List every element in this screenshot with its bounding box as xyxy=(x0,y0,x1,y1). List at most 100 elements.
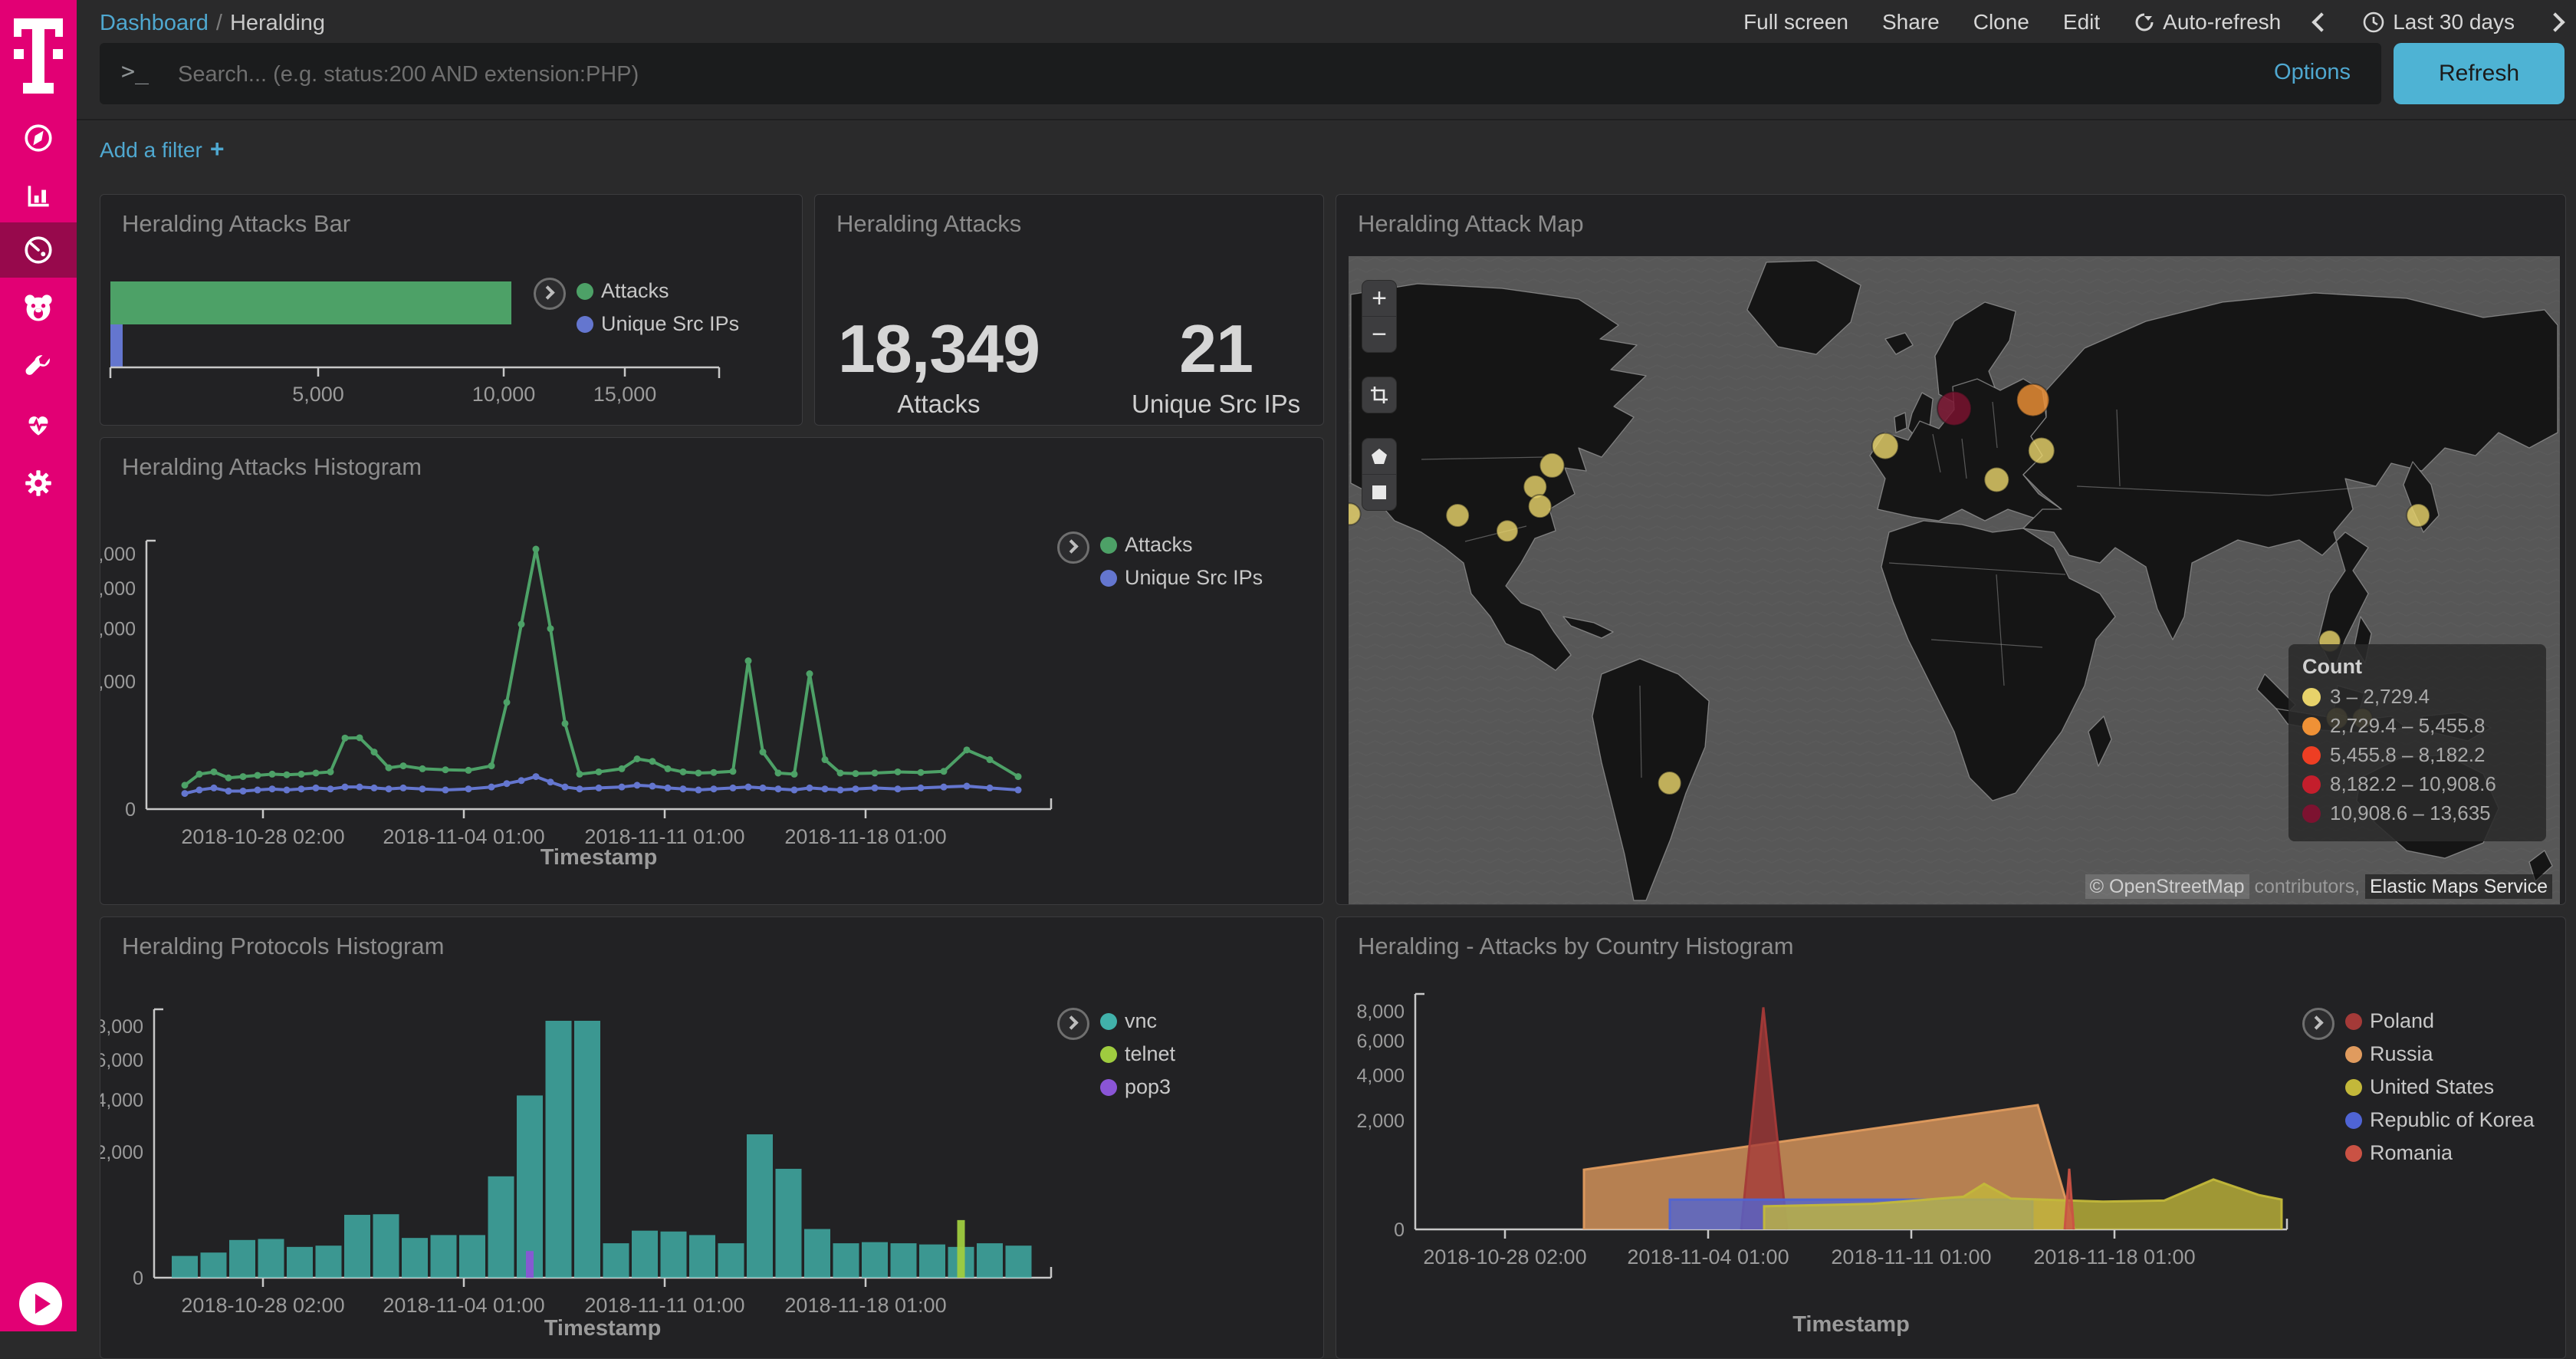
bar-vnc[interactable] xyxy=(517,1095,543,1278)
legend-toggle-icon[interactable] xyxy=(1057,531,1089,564)
data-point[interactable] xyxy=(964,746,971,753)
map-zoom-out-button[interactable]: − xyxy=(1362,317,1396,352)
attack-location-dot[interactable] xyxy=(1446,504,1469,527)
data-point[interactable] xyxy=(775,785,782,792)
legend-item[interactable]: Unique Src IPs xyxy=(1100,566,1263,590)
data-point[interactable] xyxy=(225,788,232,795)
ems-attribution[interactable]: Elastic Maps Service xyxy=(2365,874,2552,899)
data-point[interactable] xyxy=(182,790,189,797)
map-zoom-in-button[interactable]: + xyxy=(1362,281,1396,317)
data-point[interactable] xyxy=(400,762,407,769)
draw-polygon-button[interactable] xyxy=(1362,439,1396,475)
attack-map-canvas[interactable]: + − Count 3 – 2,729.42, xyxy=(1349,256,2560,904)
sidebar-item-visualize[interactable] xyxy=(0,169,77,224)
data-point[interactable] xyxy=(711,769,718,776)
data-point[interactable] xyxy=(895,768,902,775)
bar-pop3[interactable] xyxy=(526,1251,534,1278)
bar-vnc[interactable] xyxy=(488,1176,514,1278)
data-point[interactable] xyxy=(760,785,767,791)
bar-vnc[interactable] xyxy=(1006,1245,1032,1278)
bar-vnc[interactable] xyxy=(977,1243,1003,1278)
data-point[interactable] xyxy=(577,785,583,792)
time-range-picker[interactable]: Last 30 days xyxy=(2362,10,2515,35)
data-point[interactable] xyxy=(313,769,320,776)
attack-location-dot[interactable] xyxy=(1937,392,1971,426)
options-link[interactable]: Options xyxy=(2274,60,2351,85)
data-point[interactable] xyxy=(488,762,495,769)
legend-item[interactable]: Unique Src IPs xyxy=(577,312,739,336)
data-point[interactable] xyxy=(284,787,291,794)
data-point[interactable] xyxy=(182,782,189,788)
attack-location-dot[interactable] xyxy=(1539,453,1564,478)
bar-vnc[interactable] xyxy=(258,1239,284,1278)
data-point[interactable] xyxy=(1015,787,1022,794)
data-point[interactable] xyxy=(342,784,349,791)
bar-vnc[interactable] xyxy=(891,1243,917,1278)
data-point[interactable] xyxy=(196,771,203,778)
panel-title[interactable]: Heralding Attacks Bar xyxy=(122,210,350,238)
data-point[interactable] xyxy=(386,765,393,772)
data-point[interactable] xyxy=(596,768,603,775)
bar-vnc[interactable] xyxy=(287,1247,313,1278)
data-point[interactable] xyxy=(745,657,752,664)
data-point[interactable] xyxy=(504,780,511,787)
data-point[interactable] xyxy=(964,783,971,790)
data-point[interactable] xyxy=(240,788,247,795)
data-point[interactable] xyxy=(269,785,276,792)
data-point[interactable] xyxy=(619,784,626,791)
legend-toggle-icon[interactable] xyxy=(1057,1008,1089,1040)
data-point[interactable] xyxy=(837,787,844,794)
data-point[interactable] xyxy=(745,784,752,791)
data-point[interactable] xyxy=(504,699,511,706)
legend-item[interactable]: Poland xyxy=(2345,1009,2535,1033)
attack-location-dot[interactable] xyxy=(1984,468,2009,492)
data-point[interactable] xyxy=(1015,773,1022,780)
attacks-histogram-chart[interactable]: 02,0004,0006,0008,0002018-10-28 02:00201… xyxy=(100,438,1323,904)
bar-vnc[interactable] xyxy=(661,1232,687,1278)
bar-vnc[interactable] xyxy=(747,1134,773,1278)
bar-vnc[interactable] xyxy=(316,1245,342,1278)
data-point[interactable] xyxy=(822,785,829,792)
data-point[interactable] xyxy=(987,756,994,763)
data-point[interactable] xyxy=(518,620,525,627)
legend-toggle-icon[interactable] xyxy=(534,278,566,310)
panel-title[interactable]: Heralding Attacks Histogram xyxy=(122,453,422,481)
telekom-logo[interactable] xyxy=(14,18,63,94)
bar-vnc[interactable] xyxy=(459,1235,485,1278)
bar-vnc[interactable] xyxy=(431,1235,457,1278)
data-point[interactable] xyxy=(442,766,449,773)
attack-location-dot[interactable] xyxy=(1658,772,1681,795)
data-point[interactable] xyxy=(400,785,407,791)
data-point[interactable] xyxy=(941,768,948,775)
legend-item[interactable]: pop3 xyxy=(1100,1075,1175,1099)
data-point[interactable] xyxy=(760,749,767,755)
data-point[interactable] xyxy=(987,785,994,791)
data-point[interactable] xyxy=(255,787,261,794)
bar-vnc[interactable] xyxy=(804,1229,830,1278)
data-point[interactable] xyxy=(853,785,859,792)
breadcrumb-dashboard[interactable]: Dashboard xyxy=(100,11,209,35)
data-point[interactable] xyxy=(634,782,641,788)
data-point[interactable] xyxy=(695,769,702,776)
data-point[interactable] xyxy=(680,768,687,775)
attack-location-dot[interactable] xyxy=(2407,504,2430,527)
legend-item[interactable]: Romania xyxy=(2345,1141,2535,1165)
data-point[interactable] xyxy=(255,772,261,778)
data-point[interactable] xyxy=(837,769,844,776)
sidebar-item-discover[interactable] xyxy=(0,110,77,166)
osm-attribution[interactable]: © OpenStreetMap xyxy=(2085,874,2249,899)
data-point[interactable] xyxy=(853,770,859,777)
data-point[interactable] xyxy=(918,785,925,791)
data-point[interactable] xyxy=(791,787,798,794)
data-point[interactable] xyxy=(240,773,247,780)
data-point[interactable] xyxy=(371,749,378,755)
data-point[interactable] xyxy=(533,773,540,780)
data-point[interactable] xyxy=(562,720,569,727)
data-point[interactable] xyxy=(649,783,656,790)
add-filter-link[interactable]: Add a filter+ xyxy=(100,135,225,163)
bar-vnc[interactable] xyxy=(172,1256,198,1278)
data-point[interactable] xyxy=(941,784,948,791)
data-point[interactable] xyxy=(327,768,334,775)
data-point[interactable] xyxy=(419,785,426,792)
data-point[interactable] xyxy=(872,785,879,791)
